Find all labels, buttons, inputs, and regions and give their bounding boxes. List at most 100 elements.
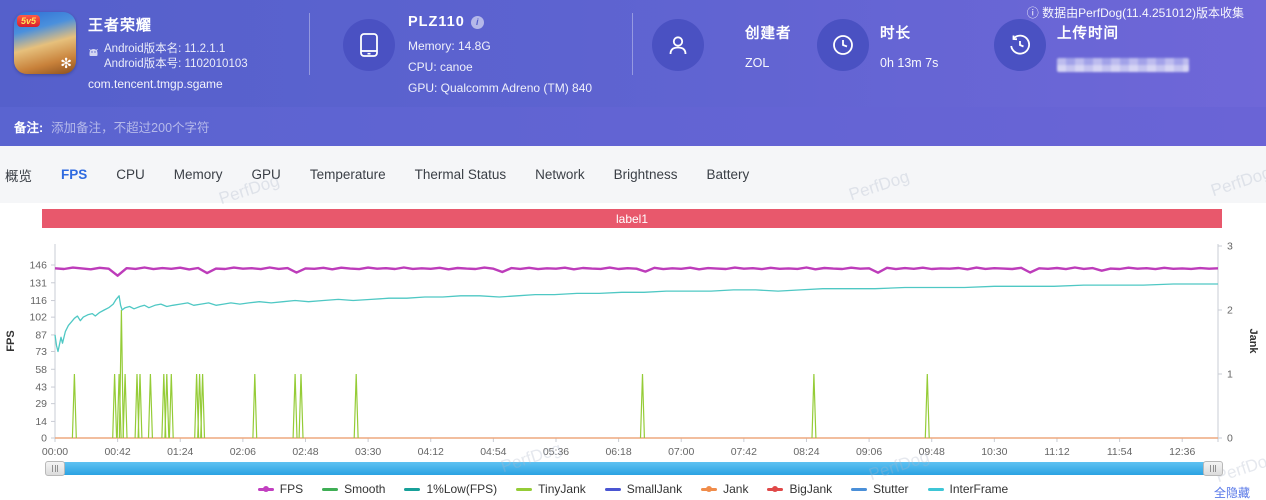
svg-text:09:06: 09:06 bbox=[856, 446, 882, 458]
series-tinyjank bbox=[72, 310, 929, 438]
legend-label: Stutter bbox=[873, 482, 908, 496]
tab-thermal-status[interactable]: Thermal Status bbox=[415, 167, 507, 182]
svg-text:09:48: 09:48 bbox=[919, 446, 945, 458]
legend-item-bigjank[interactable]: BigJank bbox=[767, 482, 832, 496]
device-info-icon[interactable]: i bbox=[471, 16, 484, 29]
tab-概览[interactable]: 概览 bbox=[5, 165, 32, 185]
upload-time-label: 上传时间 bbox=[1057, 22, 1119, 43]
svg-text:2: 2 bbox=[1227, 305, 1233, 317]
legend-marker bbox=[404, 488, 420, 491]
device-memory: Memory: 14.8G bbox=[408, 36, 592, 57]
svg-text:43: 43 bbox=[35, 382, 47, 394]
legend-marker bbox=[767, 488, 783, 491]
tab-brightness[interactable]: Brightness bbox=[614, 167, 678, 182]
section-tabs: 概览 FPS CPU Memory GPU Temperature Thermal Stat… bbox=[0, 146, 1266, 203]
tab-fps[interactable]: FPS bbox=[61, 167, 87, 182]
game-app-icon: 5v5 ✻ bbox=[14, 12, 76, 74]
svg-text:11:12: 11:12 bbox=[1044, 446, 1070, 458]
legend-item-interframe[interactable]: InterFrame bbox=[928, 482, 1009, 496]
app-versions: Android版本名: 11.2.1.1 Android版本号: 1102010… bbox=[88, 42, 248, 72]
tab-cpu[interactable]: CPU bbox=[116, 167, 145, 182]
fps-chart: 0142943587387102116131146012300:0000:420… bbox=[0, 230, 1266, 462]
svg-text:06:18: 06:18 bbox=[605, 446, 631, 458]
android-version-code: Android版本号: 1102010103 bbox=[104, 57, 248, 72]
legend-item-tinyjank[interactable]: TinyJank bbox=[516, 482, 586, 496]
svg-text:116: 116 bbox=[30, 295, 47, 307]
device-model: PLZ110 bbox=[408, 14, 465, 30]
android-version-name: Android版本名: 11.2.1.1 bbox=[104, 42, 248, 57]
legend-item-jank[interactable]: Jank bbox=[701, 482, 748, 496]
svg-text:87: 87 bbox=[35, 329, 47, 341]
annotation-label-text: label1 bbox=[616, 212, 648, 226]
svg-text:03:30: 03:30 bbox=[355, 446, 381, 458]
creator-value: ZOL bbox=[745, 56, 769, 70]
device-gpu: GPU: Qualcomm Adreno (TM) 840 bbox=[408, 78, 592, 99]
svg-text:08:24: 08:24 bbox=[793, 446, 819, 458]
legend-marker bbox=[258, 488, 274, 491]
app-title: 王者荣耀 bbox=[88, 14, 248, 35]
svg-text:05:36: 05:36 bbox=[543, 446, 569, 458]
scrollbar-left-handle[interactable] bbox=[45, 461, 65, 476]
svg-text:12:36: 12:36 bbox=[1169, 446, 1195, 458]
svg-text:131: 131 bbox=[29, 277, 47, 289]
hide-all-link[interactable]: 全隐藏 bbox=[1214, 484, 1250, 500]
legend-label: BigJank bbox=[789, 482, 832, 496]
header-divider-2 bbox=[632, 13, 633, 75]
device-icon-circle bbox=[343, 19, 395, 71]
legend-item-1-low-fps-[interactable]: 1%Low(FPS) bbox=[404, 482, 497, 496]
annotation-label-bar[interactable]: label1 bbox=[42, 209, 1222, 228]
svg-text:02:48: 02:48 bbox=[292, 446, 318, 458]
svg-text:14: 14 bbox=[35, 416, 47, 428]
scrollbar-right-handle[interactable] bbox=[1203, 461, 1223, 476]
icon-star-glyph: ✻ bbox=[60, 55, 72, 72]
svg-text:00:42: 00:42 bbox=[104, 446, 130, 458]
person-icon bbox=[666, 33, 690, 57]
svg-text:Jank: Jank bbox=[1247, 328, 1259, 354]
svg-text:01:24: 01:24 bbox=[167, 446, 193, 458]
notes-placeholder: 添加备注，不超过200个字符 bbox=[51, 117, 209, 136]
duration-icon-circle bbox=[817, 19, 869, 71]
header-divider bbox=[309, 13, 310, 75]
svg-text:FPS: FPS bbox=[5, 330, 17, 351]
legend-item-smooth[interactable]: Smooth bbox=[322, 482, 385, 496]
tab-battery[interactable]: Battery bbox=[706, 167, 749, 182]
package-name: com.tencent.tmgp.sgame bbox=[88, 77, 248, 91]
clock-icon bbox=[831, 33, 855, 57]
svg-text:10:30: 10:30 bbox=[981, 446, 1007, 458]
legend-marker bbox=[701, 488, 717, 491]
icon-5v5-badge: 5v5 bbox=[17, 15, 40, 27]
svg-text:04:12: 04:12 bbox=[418, 446, 444, 458]
legend-label: Smooth bbox=[344, 482, 385, 496]
upload-time-redacted-value bbox=[1057, 58, 1189, 72]
legend-item-fps[interactable]: FPS bbox=[258, 482, 303, 496]
svg-text:58: 58 bbox=[35, 364, 47, 376]
legend-marker bbox=[928, 488, 944, 491]
chart-legend: FPS Smooth 1%Low(FPS) TinyJank SmallJank Jank… bbox=[0, 482, 1266, 496]
upload-icon-circle bbox=[994, 19, 1046, 71]
svg-text:11:54: 11:54 bbox=[1107, 446, 1133, 458]
collect-version-note: ⓘ 数据由PerfDog(11.4.251012)版本收集 bbox=[1027, 4, 1244, 21]
legend-marker bbox=[516, 488, 532, 491]
svg-text:3: 3 bbox=[1227, 241, 1233, 253]
scrollbar-range[interactable] bbox=[63, 462, 1205, 475]
notes-input[interactable]: 备注: 添加备注，不超过200个字符 bbox=[0, 107, 1266, 146]
creator-icon-circle bbox=[652, 19, 704, 71]
tab-gpu[interactable]: GPU bbox=[252, 167, 281, 182]
tab-temperature[interactable]: Temperature bbox=[310, 167, 386, 182]
legend-item-stutter[interactable]: Stutter bbox=[851, 482, 908, 496]
legend-label: SmallJank bbox=[627, 482, 682, 496]
chart-range-scrollbar bbox=[45, 461, 1223, 476]
tab-network[interactable]: Network bbox=[535, 167, 585, 182]
creator-label: 创建者 bbox=[745, 22, 792, 43]
svg-text:02:06: 02:06 bbox=[230, 446, 256, 458]
phone-icon bbox=[358, 32, 380, 58]
svg-text:146: 146 bbox=[29, 260, 47, 272]
device-info: PLZ110 i Memory: 14.8G CPU: canoe GPU: Q… bbox=[408, 14, 592, 99]
svg-text:73: 73 bbox=[35, 346, 47, 358]
svg-text:0: 0 bbox=[1227, 433, 1233, 445]
tab-memory[interactable]: Memory bbox=[174, 167, 223, 182]
svg-text:00:00: 00:00 bbox=[42, 446, 68, 458]
svg-text:1: 1 bbox=[1227, 369, 1233, 381]
series-fps bbox=[55, 268, 1218, 276]
legend-item-smalljank[interactable]: SmallJank bbox=[605, 482, 682, 496]
